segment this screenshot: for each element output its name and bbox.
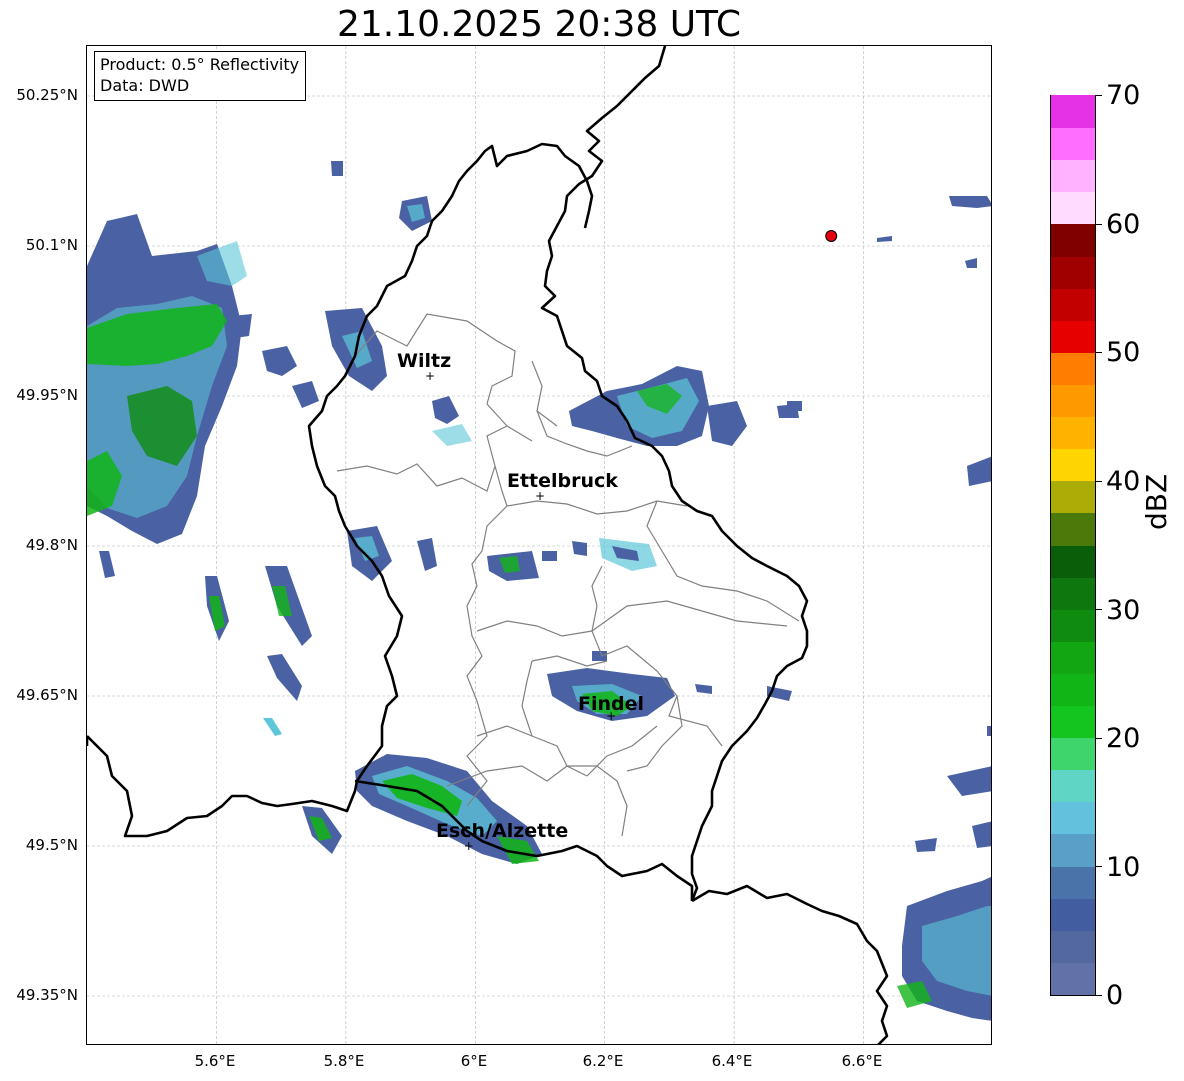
colorbar-tick-label: 40 <box>1106 466 1141 497</box>
colorbar-segment <box>1051 705 1095 739</box>
product-info-box: Product: 0.5° Reflectivity Data: DWD <box>94 51 307 101</box>
colorbar-segment <box>1051 801 1095 835</box>
colorbar-segment <box>1051 159 1095 193</box>
colorbar-segment <box>1051 95 1095 129</box>
city-label-wiltz: Wiltz <box>397 350 452 372</box>
colorbar-segment <box>1051 609 1095 642</box>
colorbar-segment <box>1051 544 1095 578</box>
colorbar-tick <box>1096 223 1102 225</box>
colorbar-segment <box>1051 416 1095 450</box>
colorbar-tick <box>1096 995 1102 996</box>
reflectivity-echoes <box>87 161 991 1021</box>
colorbar-tick <box>1096 737 1102 739</box>
colorbar-tick-label: 50 <box>1106 337 1141 368</box>
lat-label: 49.65°N <box>16 686 78 704</box>
colorbar-segment <box>1051 930 1095 963</box>
colorbar-tick-label: 20 <box>1106 723 1141 754</box>
colorbar-segment <box>1051 512 1095 546</box>
echo-cluster-southeast <box>897 766 991 1021</box>
colorbar-tick-label: 0 <box>1106 980 1124 1011</box>
colorbar-segment <box>1051 769 1095 803</box>
product-label: Product: 0.5° Reflectivity <box>100 55 300 74</box>
data-source-label: Data: DWD <box>100 76 190 95</box>
colorbar-segment <box>1051 255 1095 289</box>
colorbar-segment <box>1051 898 1095 931</box>
lon-label: 6.4°E <box>711 1052 753 1070</box>
colorbar-segment <box>1051 352 1095 385</box>
city-label-esch-alzette: Esch/Alzette <box>436 820 569 842</box>
colorbar-tick-label: 60 <box>1106 209 1141 240</box>
graticule <box>87 46 991 1044</box>
lat-label: 49.8°N <box>25 536 78 554</box>
echo-cluster-east <box>787 196 991 736</box>
colorbar-segment <box>1051 320 1095 353</box>
colorbar-segment <box>1051 384 1095 418</box>
city-label-ettelbruck: Ettelbruck <box>507 470 618 492</box>
colorbar-tick-label: 30 <box>1106 595 1141 626</box>
lon-label: 5.8°E <box>323 1052 365 1070</box>
colorbar-tick <box>1096 866 1102 868</box>
colorbar-segment <box>1051 448 1095 482</box>
radar-site-marker[interactable] <box>825 230 838 242</box>
colorbar-segment <box>1051 641 1095 674</box>
echo-cluster-northwest <box>87 214 247 544</box>
lon-label: 6°E <box>460 1052 488 1070</box>
lat-label: 50.25°N <box>16 86 78 104</box>
colorbar-tick <box>1096 352 1102 354</box>
lon-label: 5.6°E <box>194 1052 236 1070</box>
colorbar-segment <box>1051 480 1095 514</box>
colorbar-segment <box>1051 833 1095 867</box>
colorbar-tick <box>1096 609 1102 611</box>
map-panel[interactable]: + + + + <box>86 45 992 1045</box>
colorbar-tick <box>1096 480 1102 482</box>
colorbar <box>1050 95 1096 996</box>
radar-map[interactable]: ++++ <box>87 46 992 1045</box>
lon-label: 6.6°E <box>841 1052 883 1070</box>
echo-cluster-northeast <box>569 366 799 446</box>
colorbar-tick-label: 10 <box>1106 852 1141 883</box>
colorbar-segment <box>1051 288 1095 321</box>
colorbar-tick <box>1096 95 1102 96</box>
lat-label: 50.1°N <box>25 236 78 254</box>
colorbar-segment <box>1051 191 1095 225</box>
colorbar-segment <box>1051 865 1095 899</box>
lon-label: 6.2°E <box>582 1052 624 1070</box>
colorbar-segment <box>1051 962 1095 995</box>
country-borders <box>87 46 889 1044</box>
colorbar-title: dBZ <box>1140 473 1173 530</box>
colorbar-segment <box>1051 223 1095 257</box>
lat-label: 49.95°N <box>16 386 78 404</box>
colorbar-segment <box>1051 127 1095 161</box>
colorbar-segment <box>1051 737 1095 771</box>
colorbar-segment <box>1051 577 1095 610</box>
city-label-findel: Findel <box>578 693 645 715</box>
colorbar-tick-label: 70 <box>1106 80 1141 111</box>
lat-label: 49.35°N <box>16 986 78 1004</box>
colorbar-segment <box>1051 673 1095 707</box>
lat-label: 49.5°N <box>25 836 78 854</box>
map-title: 21.10.2025 20:38 UTC <box>336 4 742 45</box>
